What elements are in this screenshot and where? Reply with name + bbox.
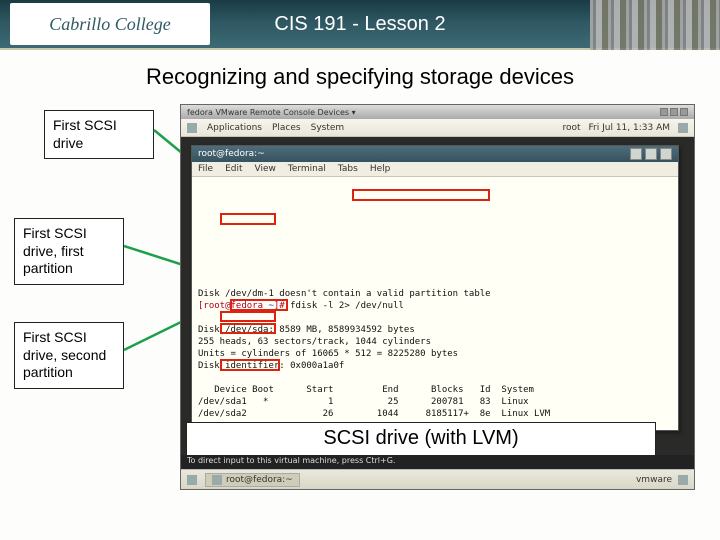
gnome-clock: Fri Jul 11, 1:33 AM [589,123,670,133]
highlight-dev-sda2 [220,311,276,322]
terminal-max-icon[interactable] [645,148,657,160]
terminal-icon [212,475,222,485]
gnome-menu-places[interactable]: Places [272,123,301,133]
taskbar-terminal-task[interactable]: root@fedora:~ [205,473,300,487]
terminal-min-icon[interactable] [630,148,642,160]
highlight-dev-dm1 [220,359,280,371]
terminal-menu-view[interactable]: View [255,164,276,174]
show-desktop-icon[interactable] [187,475,197,485]
fedora-logo-icon [187,123,197,133]
terminal-menu-terminal[interactable]: Terminal [288,164,326,174]
highlight-dev-dm0 [220,323,276,334]
highlight-fdisk-command [352,189,490,201]
vmware-titlebar: fedora VMware Remote Console Devices ▾ [181,105,694,119]
tray-icon [678,475,688,485]
gnome-top-panel: Applications Places System root Fri Jul … [181,119,694,137]
slide-header: Cabrillo College CIS 191 - Lesson 2 [0,0,720,50]
callout-second-partition: First SCSI drive, second partition [14,322,124,389]
terminal-menu-tabs[interactable]: Tabs [338,164,358,174]
callout-first-partition: First SCSI drive, first partition [14,218,124,285]
window-min-icon[interactable] [660,108,668,116]
volume-icon[interactable] [678,123,688,133]
gnome-user-label: root [562,123,580,133]
terminal-close-icon[interactable] [660,148,672,160]
highlight-dev-sda [220,213,276,225]
highlight-dev-sda1 [230,299,288,311]
college-logo: Cabrillo College [10,3,210,45]
gnome-menu-system[interactable]: System [311,123,345,133]
bottom-banner: SCSI drive (with LVM) [186,422,656,456]
terminal-window: root@fedora:~ File Edit View Terminal Ta… [191,145,679,431]
terminal-title-text: root@fedora:~ [198,149,265,159]
terminal-menu-file[interactable]: File [198,164,213,174]
terminal-menu-edit[interactable]: Edit [225,164,242,174]
terminal-menubar: File Edit View Terminal Tabs Help [192,162,678,177]
gnome-bottom-panel: root@fedora:~ vmware [181,469,694,489]
slide-stage: First SCSI drive First SCSI drive, first… [0,100,720,540]
vmware-brand: vmware [636,475,672,485]
course-title: CIS 191 - Lesson 2 [274,13,445,36]
gnome-menu-applications[interactable]: Applications [207,123,262,133]
header-photo-strip [590,0,720,50]
vmware-input-hint: To direct input to this virtual machine,… [181,455,694,469]
task-label: root@fedora:~ [226,475,293,485]
terminal-body[interactable]: Disk /dev/dm-1 doesn't contain a valid p… [192,177,678,429]
vmware-title-text: fedora VMware Remote Console Devices ▾ [187,108,356,117]
window-max-icon[interactable] [670,108,678,116]
window-close-icon[interactable] [680,108,688,116]
callout-first-scsi-drive: First SCSI drive [44,110,154,159]
terminal-menu-help[interactable]: Help [370,164,391,174]
slide-subtitle: Recognizing and specifying storage devic… [0,64,720,90]
terminal-titlebar: root@fedora:~ [192,146,678,162]
